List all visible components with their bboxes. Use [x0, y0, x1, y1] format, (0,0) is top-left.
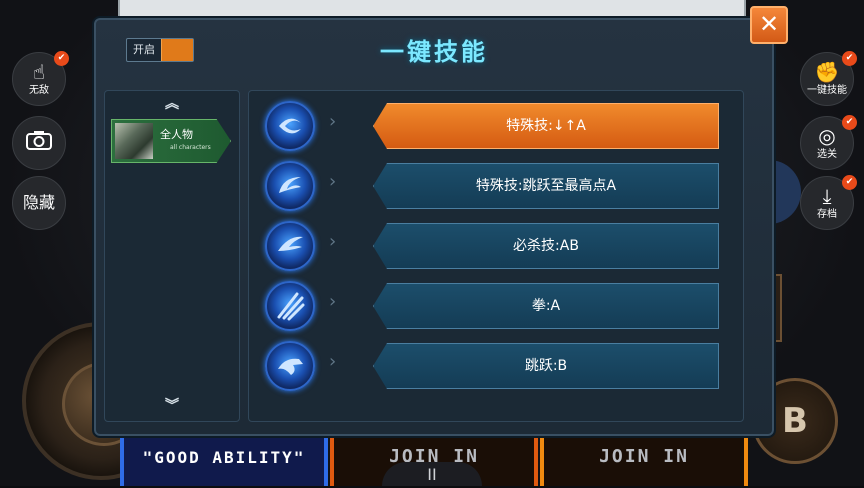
pause-button[interactable]: II	[382, 462, 482, 486]
one-key-skill-button[interactable]: ✊ 一键技能 ✔	[800, 51, 857, 106]
character-subtitle: all characters	[170, 144, 211, 151]
character-item-all[interactable]: 全人物 all characters	[111, 119, 231, 163]
character-list: ︽ 全人物 all characters ︾	[104, 90, 240, 422]
hide-button[interactable]: 隐藏	[12, 176, 66, 230]
check-badge-icon: ✔	[842, 115, 857, 130]
one-key-skill-dialog: 开启 一键技能 ✕ ︽ 全人物 all characters ︾ › 特殊技:↓…	[92, 6, 788, 438]
scroll-down-icon[interactable]: ︾	[105, 395, 239, 415]
chevron-right-icon: ›	[329, 351, 337, 372]
slot-1-text: "GOOD ABILITY"	[142, 448, 306, 467]
skill-row: › 特殊技:↓↑A	[249, 97, 743, 151]
wave-skill-icon	[265, 161, 315, 211]
skill-row: › 必杀技:AB	[249, 217, 743, 271]
skill-row: › 拳:A	[249, 277, 743, 331]
chevron-right-icon: ›	[329, 171, 337, 192]
player-slot-1[interactable]: "GOOD ABILITY"	[120, 430, 328, 486]
stage-select-button[interactable]: ◎ 选关 ✔	[800, 115, 857, 170]
invincible-label: 无敌	[29, 85, 49, 96]
check-badge-icon: ✔	[54, 51, 69, 66]
camera-icon	[13, 130, 65, 156]
skill-button[interactable]: 特殊技:跳跃至最高点A	[373, 163, 719, 209]
skill-list: › 特殊技:↓↑A › 特殊技:跳跃至最高点A › 必杀技:AB › 拳:A ›…	[248, 90, 744, 422]
claw-skill-icon	[265, 281, 315, 331]
stage-select-label: 选关	[817, 149, 837, 160]
one-key-skill-label: 一键技能	[807, 85, 847, 96]
check-badge-icon: ✔	[842, 51, 857, 66]
player-slot-3[interactable]: JOIN IN	[540, 430, 748, 486]
save-button[interactable]: ⤓ 存档 ✔	[800, 175, 857, 230]
skill-button[interactable]: 跳跃:B	[373, 343, 719, 389]
save-label: 存档	[817, 209, 837, 220]
invincible-button[interactable]: ☝ 无敌 ✔	[12, 51, 69, 106]
check-badge-icon: ✔	[842, 175, 857, 190]
camera-button[interactable]	[12, 116, 66, 170]
slot-3-text: JOIN IN	[599, 446, 689, 467]
chevron-right-icon: ›	[329, 111, 337, 132]
close-button[interactable]: ✕	[750, 6, 788, 44]
slash-skill-icon	[265, 221, 315, 271]
skill-button[interactable]: 拳:A	[373, 283, 719, 329]
skill-button[interactable]: 特殊技:↓↑A	[373, 103, 719, 149]
dialog-header: 开启 一键技能	[94, 18, 774, 84]
dash-skill-icon	[265, 341, 315, 391]
character-thumbnail	[115, 123, 153, 159]
chevron-right-icon: ›	[329, 231, 337, 252]
skill-button[interactable]: 必杀技:AB	[373, 223, 719, 269]
swirl-skill-icon	[265, 101, 315, 151]
skill-row: › 跳跃:B	[249, 337, 743, 391]
skill-row: › 特殊技:跳跃至最高点A	[249, 157, 743, 211]
character-name: 全人物	[160, 128, 193, 141]
scroll-up-icon[interactable]: ︽	[105, 93, 239, 113]
chevron-right-icon: ›	[329, 291, 337, 312]
dialog-title: 一键技能	[380, 38, 488, 66]
